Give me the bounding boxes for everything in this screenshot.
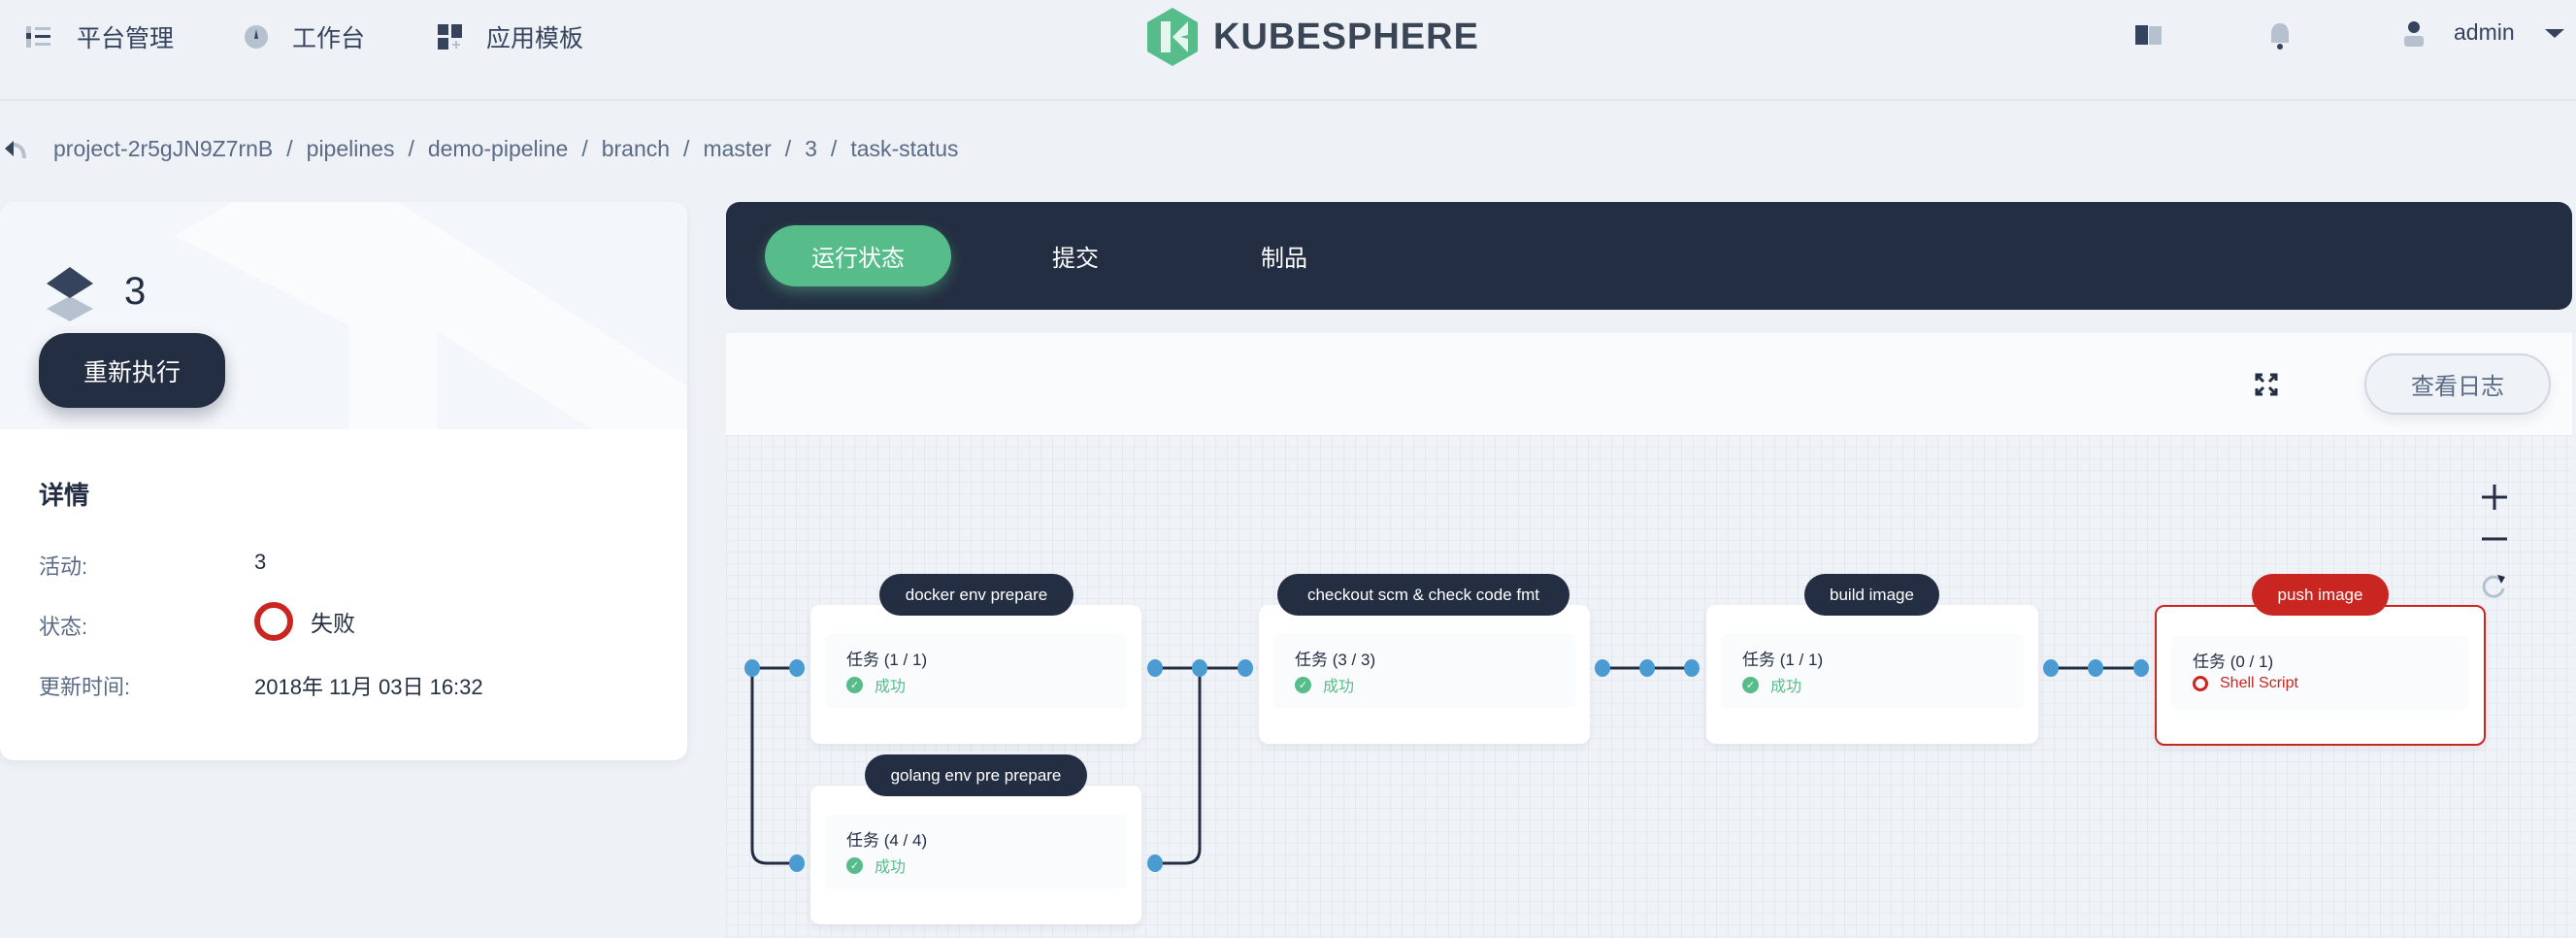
connector-dot [744, 659, 760, 677]
stage-name[interactable]: push image [2252, 574, 2389, 616]
task-status: ✓ 成功 [846, 854, 906, 877]
connector-dot [1595, 659, 1610, 677]
connector-dot [2133, 659, 2149, 677]
pipeline-connectors [744, 659, 2149, 872]
task-status-text: 成功 [1770, 679, 1802, 695]
task-status: ✓ 成功 [1295, 673, 1354, 696]
task-summary[interactable]: 任务 (1 / 1) ✓ 成功 [825, 634, 1127, 708]
stage-name[interactable]: golang env pre prepare [865, 754, 1087, 796]
failed-icon [2193, 676, 2208, 691]
task-count: 任务 (0 / 1) [2193, 653, 2274, 671]
task-summary[interactable]: 任务 (1 / 1) ✓ 成功 [1721, 634, 2024, 708]
stage-card[interactable]: 任务 (0 / 1) Shell Script [2155, 605, 2486, 746]
connector-dot [1147, 659, 1163, 677]
task-status: ✓ 成功 [1742, 673, 1801, 696]
connector-dot [1639, 659, 1655, 677]
stage-name[interactable]: build image [1804, 574, 1939, 616]
connector-dot [1684, 659, 1700, 677]
task-status: ✓ 成功 [846, 673, 906, 696]
connector-dot [1147, 854, 1163, 872]
connector-dot [1238, 659, 1253, 677]
stage-name[interactable]: checkout scm & check code fmt [1277, 574, 1569, 616]
connector-dot [1192, 659, 1207, 677]
stage-card[interactable]: 任务 (1 / 1) ✓ 成功 [1706, 605, 2038, 744]
task-count: 任务 (1 / 1) [846, 651, 928, 669]
check-circle-icon: ✓ [846, 676, 863, 693]
task-count: 任务 (1 / 1) [1742, 651, 1824, 669]
connector-dot [2043, 659, 2059, 677]
connector-dot [2088, 659, 2103, 677]
task-count: 任务 (4 / 4) [846, 831, 928, 850]
task-status-text: 成功 [875, 679, 907, 695]
connector-dot [789, 659, 805, 677]
connector-dot [789, 854, 805, 872]
task-status-text: Shell Script [2220, 675, 2298, 691]
task-status: Shell Script [2193, 675, 2298, 692]
task-count: 任务 (3 / 3) [1295, 651, 1376, 669]
task-summary[interactable]: 任务 (4 / 4) ✓ 成功 [825, 815, 1127, 888]
check-circle-icon: ✓ [1742, 676, 1759, 693]
stage-card[interactable]: 任务 (1 / 1) ✓ 成功 [810, 605, 1141, 744]
stage-name[interactable]: docker env prepare [879, 574, 1073, 616]
check-circle-icon: ✓ [1295, 676, 1311, 693]
task-status-text: 成功 [875, 859, 907, 876]
check-circle-icon: ✓ [846, 856, 863, 874]
task-status-text: 成功 [1323, 679, 1355, 695]
task-summary[interactable]: 任务 (3 / 3) ✓ 成功 [1273, 634, 1575, 708]
stage-card[interactable]: 任务 (3 / 3) ✓ 成功 [1259, 605, 1590, 744]
stage-card[interactable]: 任务 (4 / 4) ✓ 成功 [810, 786, 1141, 924]
task-summary[interactable]: 任务 (0 / 1) Shell Script [2171, 636, 2469, 710]
